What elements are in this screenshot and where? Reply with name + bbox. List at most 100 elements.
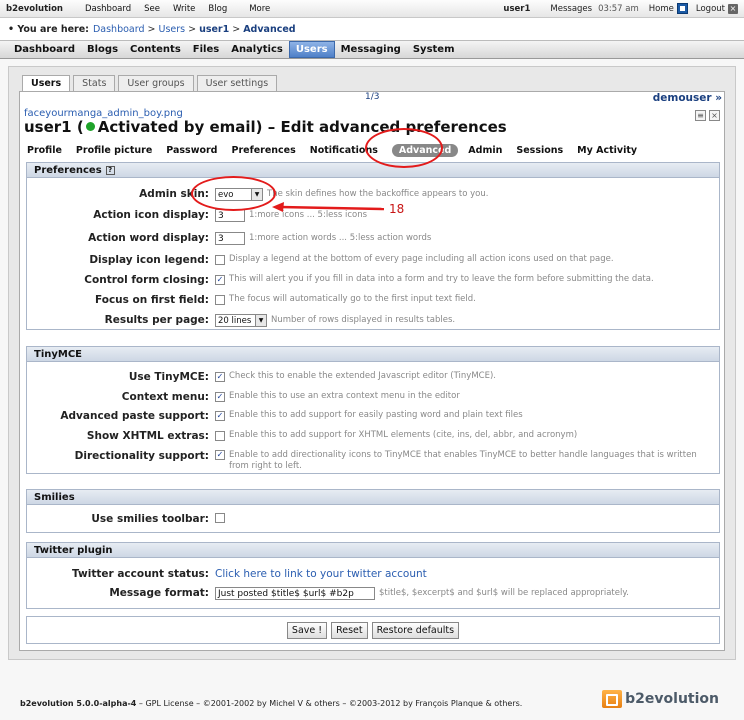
control-form-row: Control form closing: ✓ This will alert … — [27, 274, 719, 286]
use-tinymce-label: Use TinyMCE: — [128, 371, 209, 383]
user-pager: 1/3 — [365, 92, 380, 102]
breadcrumb-user1[interactable]: user1 — [199, 24, 229, 35]
results-page-note: Number of rows displayed in results tabl… — [271, 315, 456, 325]
use-tinymce-checkbox[interactable]: ✓ — [215, 371, 225, 382]
title-status: Activated by email) — [97, 118, 263, 136]
paste-support-checkbox[interactable]: ✓ — [215, 410, 225, 421]
focus-first-checkbox[interactable] — [215, 294, 225, 305]
menu-blogs[interactable]: Blogs — [81, 41, 124, 58]
toolbar-more-link[interactable]: More — [249, 4, 270, 14]
title-icons: ≡ × — [692, 110, 720, 121]
toolbar-messages-link[interactable]: Messages — [550, 4, 592, 14]
menu-system[interactable]: System — [407, 41, 461, 58]
context-menu-checkbox[interactable]: ✓ — [215, 391, 225, 402]
action-word-input[interactable]: 3 — [215, 232, 245, 245]
chevron-down-icon[interactable]: ▼ — [255, 315, 266, 326]
footer-logo[interactable]: b2evolution — [602, 690, 719, 708]
restore-defaults-button[interactable]: Restore defaults — [371, 621, 460, 639]
control-form-checkbox[interactable]: ✓ — [215, 274, 225, 285]
use-tinymce-row: Use TinyMCE: ✓ Check this to enable the … — [27, 371, 719, 383]
icon-legend-note: Display a legend at the bottom of every … — [229, 254, 614, 264]
smilies-legend: Smilies — [27, 490, 719, 505]
context-menu-note: Enable this to use an extra context menu… — [229, 391, 460, 401]
tab-sessions[interactable]: Sessions — [516, 145, 563, 156]
menu-users[interactable]: Users — [288, 41, 335, 58]
focus-first-label: Focus on first field: — [94, 294, 209, 306]
twitter-status-label: Twitter account status: — [72, 568, 209, 580]
footer-version[interactable]: b2evolution 5.0.0-alpha-4 — [20, 699, 136, 708]
breadcrumb-lead: • You are here: — [8, 23, 89, 35]
toolbar-write-link[interactable]: Write — [173, 4, 195, 14]
close-icon[interactable]: × — [709, 110, 720, 121]
logout-icon[interactable]: × — [728, 3, 738, 14]
toolbar-home-link[interactable]: Home — [649, 4, 674, 14]
subtab-stats[interactable]: Stats — [73, 75, 116, 91]
toolbar-user-link[interactable]: user1 — [503, 4, 530, 14]
twitter-legend: Twitter plugin — [27, 543, 719, 558]
breadcrumb-dashboard[interactable]: Dashboard — [93, 24, 145, 35]
menu-files[interactable]: Files — [187, 41, 225, 58]
results-page-select[interactable]: 20 lines ▼ — [215, 314, 267, 327]
message-icon[interactable]: ≡ — [695, 110, 706, 121]
activated-status-dot — [85, 122, 95, 131]
page-title: user1 (Activated by email) – Edit advanc… — [24, 118, 507, 136]
context-menu-label: Context menu: — [121, 391, 209, 403]
icon-legend-row: Display icon legend: Display a legend at… — [27, 254, 719, 266]
help-icon[interactable]: ? — [105, 165, 115, 175]
annotation-circle-admin-skin — [191, 176, 276, 211]
subtab-users[interactable]: Users — [22, 75, 71, 92]
home-icon[interactable] — [676, 3, 688, 14]
twitter-link[interactable]: Click here to link to your twitter accou… — [215, 568, 427, 580]
xhtml-extras-note: Enable this to add support for XHTML ele… — [229, 430, 578, 440]
tab-preferences[interactable]: Preferences — [231, 145, 295, 156]
directionality-checkbox[interactable]: ✓ — [215, 450, 225, 460]
smilies-toolbar-checkbox[interactable] — [215, 513, 225, 523]
xhtml-extras-checkbox[interactable] — [215, 430, 225, 441]
results-page-row: Results per page: 20 lines ▼ Number of r… — [27, 314, 719, 327]
brand-link[interactable]: b2evolution — [6, 4, 63, 14]
annotation-circle-advanced — [365, 128, 443, 168]
menu-dashboard[interactable]: Dashboard — [8, 41, 81, 58]
toolbar-see-link[interactable]: See — [144, 4, 160, 14]
message-format-row: Message format: Just posted $title$ $url… — [27, 587, 719, 600]
use-tinymce-note: Check this to enable the extended Javasc… — [229, 371, 496, 381]
breadcrumb-users[interactable]: Users — [158, 24, 185, 35]
action-word-note: 1:more action words ... 5:less action wo… — [249, 233, 432, 243]
subtab-user-settings[interactable]: User settings — [196, 75, 278, 91]
message-format-input[interactable]: Just posted $title$ $url$ #b2p — [215, 587, 375, 600]
xhtml-extras-row: Show XHTML extras: Enable this to add su… — [27, 430, 719, 442]
breadcrumb-separator: > — [147, 23, 156, 35]
menu-messaging[interactable]: Messaging — [335, 41, 407, 58]
toolbar-dashboard-link[interactable]: Dashboard — [85, 4, 131, 14]
paste-support-label: Advanced paste support: — [60, 410, 209, 422]
icon-legend-checkbox[interactable] — [215, 254, 225, 265]
menu-contents[interactable]: Contents — [124, 41, 187, 58]
next-user-link[interactable]: demouser » — [653, 92, 722, 104]
focus-first-note: The focus will automatically go to the f… — [229, 294, 476, 304]
tab-profile-picture[interactable]: Profile picture — [76, 145, 152, 156]
edit-panel: 1/3 demouser » faceyourmanga_admin_boy.p… — [19, 91, 725, 651]
reset-button[interactable]: Reset — [331, 621, 368, 639]
focus-first-row: Focus on first field: The focus will aut… — [27, 294, 719, 306]
tab-password[interactable]: Password — [166, 145, 217, 156]
paste-support-row: Advanced paste support: ✓ Enable this to… — [27, 410, 719, 422]
title-status-paren: ( — [76, 118, 84, 136]
toolbar-logout-link[interactable]: Logout — [696, 4, 725, 14]
main-menu: Dashboard Blogs Contents Files Analytics… — [0, 40, 744, 59]
tab-my-activity[interactable]: My Activity — [577, 145, 637, 156]
save-button[interactable]: Save ! — [286, 621, 328, 639]
twitter-status-row: Twitter account status: Click here to li… — [27, 568, 719, 580]
preferences-legend-text: Preferences — [34, 164, 102, 176]
menu-analytics[interactable]: Analytics — [225, 41, 289, 58]
tab-admin[interactable]: Admin — [468, 145, 502, 156]
tab-profile[interactable]: Profile — [27, 145, 62, 156]
annotation-label: 18 — [389, 202, 405, 216]
action-word-label: Action word display: — [88, 232, 209, 244]
control-form-label: Control form closing: — [84, 274, 209, 286]
action-icon-label: Action icon display: — [93, 209, 209, 221]
subtab-user-groups[interactable]: User groups — [118, 75, 194, 91]
admin-skin-note: The skin defines how the backoffice appe… — [267, 189, 489, 199]
toolbar-blog-link[interactable]: Blog — [208, 4, 227, 14]
breadcrumb-advanced[interactable]: Advanced — [243, 24, 295, 35]
breadcrumb-separator: > — [188, 23, 197, 35]
